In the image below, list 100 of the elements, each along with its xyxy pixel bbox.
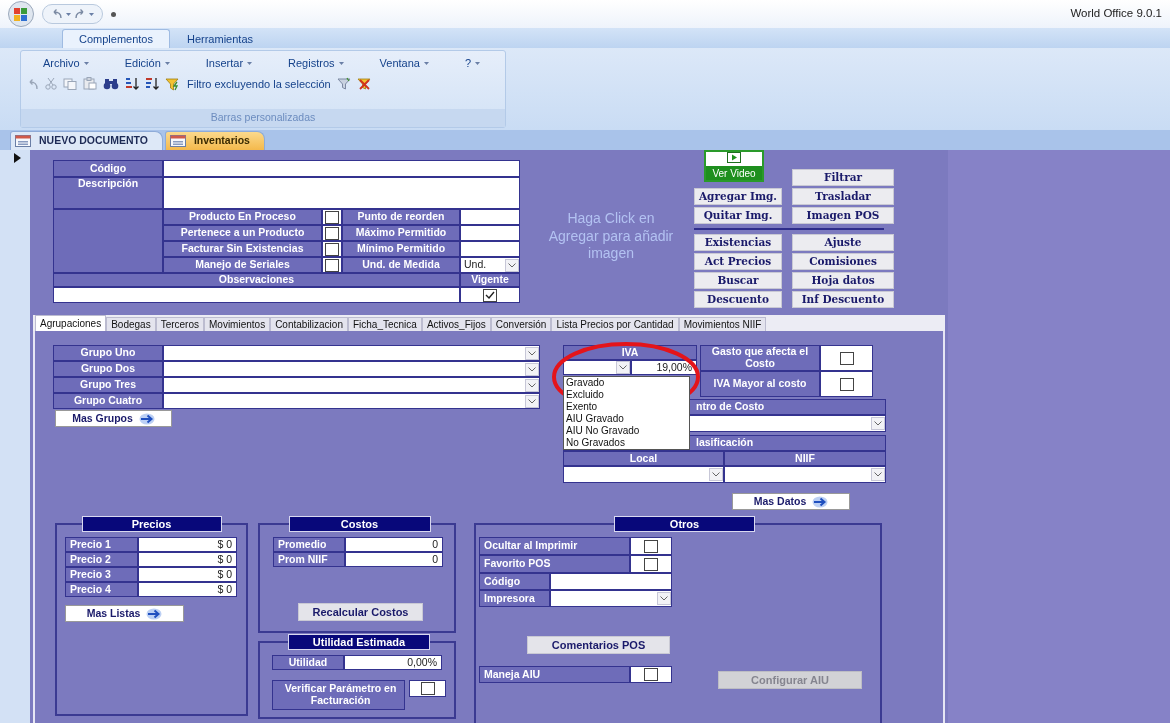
- list-option[interactable]: AIU Gravado: [566, 413, 687, 425]
- record-selector-icon[interactable]: [14, 153, 21, 163]
- input-field[interactable]: [460, 225, 520, 241]
- document-tab[interactable]: NUEVO DOCUMENTO: [10, 131, 163, 150]
- input-field[interactable]: [163, 160, 520, 177]
- action-button[interactable]: Ajuste: [792, 234, 894, 251]
- sort-descending-icon[interactable]: [145, 77, 159, 91]
- checkbox[interactable]: [644, 539, 658, 553]
- ribbon-tab[interactable]: Complementos: [62, 29, 170, 48]
- tab[interactable]: Activos_Fijos: [421, 317, 491, 331]
- menu-item[interactable]: Ventana: [379, 55, 429, 72]
- menu-item[interactable]: Insertar: [205, 55, 253, 72]
- remove-filter-icon[interactable]: [356, 77, 371, 91]
- dropdown-field[interactable]: [163, 361, 540, 377]
- chevron-down-icon[interactable]: [709, 468, 723, 481]
- input-field[interactable]: [53, 287, 460, 303]
- checkbox[interactable]: [325, 258, 339, 272]
- action-button[interactable]: Buscar: [694, 272, 782, 289]
- action-button[interactable]: Quitar Img.: [694, 207, 782, 224]
- recalculate-button[interactable]: Recalcular Costos: [298, 603, 423, 621]
- dropdown-field[interactable]: [724, 466, 886, 483]
- redo-icon[interactable]: [74, 9, 86, 19]
- dropdown-field[interactable]: [550, 590, 672, 607]
- tab[interactable]: Lista Precios por Cantidad: [551, 317, 679, 331]
- list-option[interactable]: Excluido: [566, 389, 687, 401]
- tab[interactable]: Ficha_Tecnica: [347, 317, 422, 331]
- list-option[interactable]: Exento: [566, 401, 687, 413]
- clipboard-icon[interactable]: [83, 77, 97, 91]
- list-option[interactable]: AIU No Gravado: [566, 425, 687, 437]
- chevron-down-icon[interactable]: [616, 361, 630, 374]
- tab[interactable]: Bodegas: [106, 317, 156, 331]
- menu-item[interactable]: Registros: [288, 55, 344, 72]
- binoculars-icon[interactable]: [103, 77, 119, 90]
- checkbox[interactable]: [483, 288, 497, 302]
- input-field[interactable]: $ 0: [138, 567, 237, 582]
- chevron-down-icon[interactable]: [871, 468, 885, 481]
- undo-icon[interactable]: [51, 9, 63, 19]
- input-field[interactable]: [163, 177, 520, 209]
- chevron-down-icon[interactable]: [871, 417, 885, 430]
- dropdown-field[interactable]: [163, 393, 540, 409]
- list-option[interactable]: No Gravados: [566, 437, 687, 449]
- checkbox[interactable]: [325, 242, 339, 256]
- checkbox[interactable]: [644, 557, 658, 571]
- dropdown-field[interactable]: [163, 345, 540, 361]
- tab[interactable]: Conversión: [490, 317, 552, 331]
- document-tab[interactable]: Inventarios: [164, 131, 265, 150]
- filter-icon[interactable]: [336, 77, 351, 91]
- input-field[interactable]: 0: [345, 552, 443, 567]
- menu-item[interactable]: Edición: [124, 55, 170, 72]
- dropdown-field[interactable]: [163, 377, 540, 393]
- input-field[interactable]: [550, 573, 672, 590]
- filter-selection-icon[interactable]: [165, 76, 181, 91]
- customize-dot-icon[interactable]: [111, 11, 116, 17]
- input-field[interactable]: 19,00%: [631, 360, 697, 375]
- input-field[interactable]: [460, 241, 520, 257]
- dropdown-field[interactable]: [563, 466, 724, 483]
- ribbon-tab[interactable]: Herramientas: [170, 29, 270, 48]
- more-data-button[interactable]: Mas Datos: [732, 493, 850, 510]
- menu-item[interactable]: ?: [464, 55, 481, 72]
- checkbox[interactable]: [325, 210, 339, 224]
- office-orb-icon[interactable]: [8, 1, 34, 27]
- tab[interactable]: Movimientos NIIF: [678, 317, 767, 331]
- menu-item[interactable]: Archivo: [43, 55, 89, 72]
- action-button[interactable]: Inf Descuento: [792, 291, 894, 308]
- sort-ascending-icon[interactable]: [125, 77, 139, 91]
- input-field[interactable]: $ 0: [138, 537, 237, 552]
- dropdown-field[interactable]: Und.: [460, 257, 520, 273]
- action-button[interactable]: Comisiones: [792, 253, 894, 270]
- checkbox[interactable]: [325, 226, 339, 240]
- checkbox[interactable]: [644, 668, 658, 681]
- action-button[interactable]: Existencias: [694, 234, 782, 251]
- input-field[interactable]: [460, 209, 520, 225]
- action-button[interactable]: Descuento: [694, 291, 782, 308]
- video-button[interactable]: Ver Video: [704, 150, 764, 182]
- list-option[interactable]: Gravado: [566, 377, 687, 389]
- checkbox[interactable]: [839, 351, 854, 365]
- tab[interactable]: Movimientos: [204, 317, 271, 331]
- action-button[interactable]: Imagen POS: [792, 207, 894, 224]
- input-field[interactable]: $ 0: [138, 582, 237, 597]
- comments-button[interactable]: Comentarios POS: [527, 636, 670, 654]
- tab[interactable]: Contabilizacion: [270, 317, 348, 331]
- chevron-down-icon[interactable]: [505, 258, 519, 272]
- more-groups-button[interactable]: Mas Grupos: [55, 410, 172, 427]
- action-button[interactable]: Filtrar: [792, 169, 894, 186]
- checkbox[interactable]: [420, 682, 435, 695]
- chevron-down-icon[interactable]: [657, 592, 671, 605]
- input-field[interactable]: 0: [345, 537, 443, 552]
- action-button[interactable]: Act Precios: [694, 253, 782, 270]
- more-lists-button[interactable]: Mas Listas: [65, 605, 184, 622]
- tab[interactable]: Agrupaciones: [35, 315, 107, 331]
- chevron-down-icon[interactable]: [525, 378, 539, 392]
- chevron-down-icon[interactable]: [525, 362, 539, 376]
- dropdown-field[interactable]: [563, 360, 631, 375]
- chevron-down-icon[interactable]: [525, 346, 539, 360]
- tab[interactable]: Terceros: [155, 317, 204, 331]
- input-field[interactable]: $ 0: [138, 552, 237, 567]
- chevron-down-icon[interactable]: [525, 394, 539, 408]
- action-button[interactable]: Hoja datos: [792, 272, 894, 289]
- action-button[interactable]: Agregar Img.: [694, 188, 782, 205]
- action-button[interactable]: Trasladar: [792, 188, 894, 205]
